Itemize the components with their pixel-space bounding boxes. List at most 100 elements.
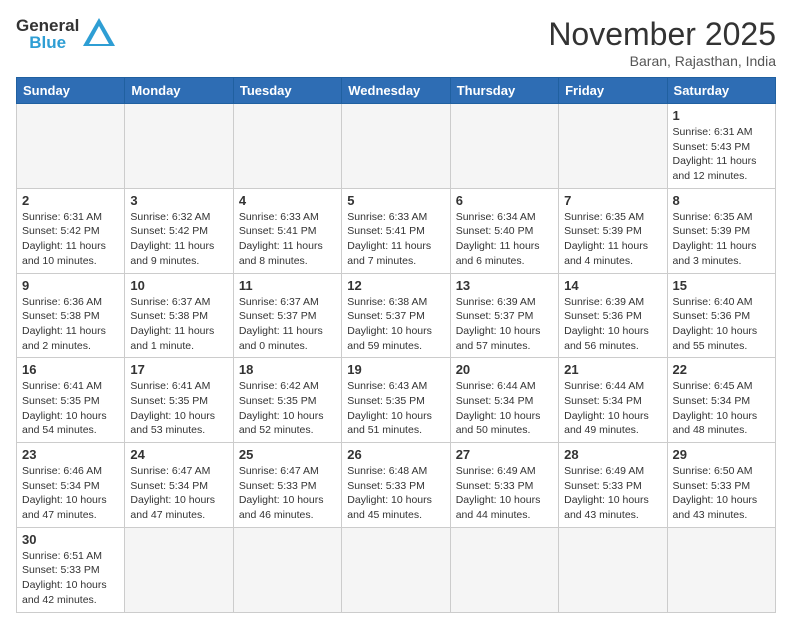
day-cell xyxy=(450,104,558,189)
month-title: November 2025 xyxy=(548,16,776,53)
logo-container: General Blue xyxy=(16,16,117,52)
week-row-1: 1Sunrise: 6:31 AMSunset: 5:43 PMDaylight… xyxy=(17,104,776,189)
day-cell xyxy=(559,527,667,612)
day-info: Sunrise: 6:34 AMSunset: 5:40 PMDaylight:… xyxy=(456,210,553,269)
day-number: 18 xyxy=(239,362,336,377)
day-cell: 25Sunrise: 6:47 AMSunset: 5:33 PMDayligh… xyxy=(233,443,341,528)
day-number: 14 xyxy=(564,278,661,293)
day-number: 3 xyxy=(130,193,227,208)
day-info: Sunrise: 6:48 AMSunset: 5:33 PMDaylight:… xyxy=(347,464,444,523)
day-cell: 14 Sunrise: 6:39 AMSunset: 5:36 PMDayligh… xyxy=(559,273,667,358)
day-info: Sunrise: 6:41 AMSunset: 5:35 PMDaylight:… xyxy=(130,379,227,438)
day-cell: 7 Sunrise: 6:35 AMSunset: 5:39 PMDaylight… xyxy=(559,188,667,273)
day-info: Sunrise: 6:33 AMSunset: 5:41 PMDaylight:… xyxy=(347,210,444,269)
day-number: 22 xyxy=(673,362,770,377)
day-number: 21 xyxy=(564,362,661,377)
day-cell: 24 Sunrise: 6:47 AMSunset: 5:34 PMDayligh… xyxy=(125,443,233,528)
day-info: Sunrise: 6:49 AMSunset: 5:33 PMDaylight:… xyxy=(456,464,553,523)
day-cell xyxy=(233,104,341,189)
day-info: Sunrise: 6:49 AMSunset: 5:33 PMDaylight:… xyxy=(564,464,661,523)
day-cell: 12Sunrise: 6:38 AMSunset: 5:37 PMDayligh… xyxy=(342,273,450,358)
day-cell xyxy=(342,104,450,189)
day-cell: 19Sunrise: 6:43 AMSunset: 5:35 PMDayligh… xyxy=(342,358,450,443)
day-cell xyxy=(17,104,125,189)
day-cell: 9 Sunrise: 6:36 AMSunset: 5:38 PMDaylight… xyxy=(17,273,125,358)
day-number: 5 xyxy=(347,193,444,208)
title-area: November 2025 Baran, Rajasthan, India xyxy=(548,16,776,69)
day-cell: 30Sunrise: 6:51 AMSunset: 5:33 PMDayligh… xyxy=(17,527,125,612)
day-number: 20 xyxy=(456,362,553,377)
day-cell: 8 Sunrise: 6:35 AMSunset: 5:39 PMDaylight… xyxy=(667,188,775,273)
day-number: 2 xyxy=(22,193,119,208)
logo-general-text: General xyxy=(16,17,79,34)
day-info: Sunrise: 6:39 AMSunset: 5:36 PMDaylight:… xyxy=(564,295,661,354)
calendar-table: SundayMondayTuesdayWednesdayThursdayFrid… xyxy=(16,77,776,613)
day-info: Sunrise: 6:44 AMSunset: 5:34 PMDaylight:… xyxy=(456,379,553,438)
day-cell: 27 Sunrise: 6:49 AMSunset: 5:33 PMDayligh… xyxy=(450,443,558,528)
day-cell xyxy=(125,104,233,189)
weekday-sunday: Sunday xyxy=(17,78,125,104)
day-cell: 17Sunrise: 6:41 AMSunset: 5:35 PMDayligh… xyxy=(125,358,233,443)
day-number: 16 xyxy=(22,362,119,377)
day-cell: 10Sunrise: 6:37 AMSunset: 5:38 PMDayligh… xyxy=(125,273,233,358)
week-row-2: 2 Sunrise: 6:31 AMSunset: 5:42 PMDaylight… xyxy=(17,188,776,273)
day-cell: 5 Sunrise: 6:33 AMSunset: 5:41 PMDaylight… xyxy=(342,188,450,273)
day-info: Sunrise: 6:50 AMSunset: 5:33 PMDaylight:… xyxy=(673,464,770,523)
week-row-6: 30Sunrise: 6:51 AMSunset: 5:33 PMDayligh… xyxy=(17,527,776,612)
day-cell: 22Sunrise: 6:45 AMSunset: 5:34 PMDayligh… xyxy=(667,358,775,443)
week-row-3: 9 Sunrise: 6:36 AMSunset: 5:38 PMDaylight… xyxy=(17,273,776,358)
day-cell xyxy=(125,527,233,612)
day-number: 26 xyxy=(347,447,444,462)
day-number: 8 xyxy=(673,193,770,208)
day-info: Sunrise: 6:42 AMSunset: 5:35 PMDaylight:… xyxy=(239,379,336,438)
day-info: Sunrise: 6:47 AMSunset: 5:34 PMDaylight:… xyxy=(130,464,227,523)
day-info: Sunrise: 6:35 AMSunset: 5:39 PMDaylight:… xyxy=(673,210,770,269)
day-info: Sunrise: 6:33 AMSunset: 5:41 PMDaylight:… xyxy=(239,210,336,269)
day-cell: 20 Sunrise: 6:44 AMSunset: 5:34 PMDayligh… xyxy=(450,358,558,443)
day-info: Sunrise: 6:37 AMSunset: 5:38 PMDaylight:… xyxy=(130,295,227,354)
day-number: 12 xyxy=(347,278,444,293)
day-number: 19 xyxy=(347,362,444,377)
day-cell: 15 Sunrise: 6:40 AMSunset: 5:36 PMDayligh… xyxy=(667,273,775,358)
day-number: 13 xyxy=(456,278,553,293)
logo-blue-text: Blue xyxy=(29,34,66,51)
weekday-tuesday: Tuesday xyxy=(233,78,341,104)
page-header: General Blue November 2025 Baran, Rajast… xyxy=(16,16,776,69)
day-number: 24 xyxy=(130,447,227,462)
day-info: Sunrise: 6:35 AMSunset: 5:39 PMDaylight:… xyxy=(564,210,661,269)
day-cell: 2 Sunrise: 6:31 AMSunset: 5:42 PMDaylight… xyxy=(17,188,125,273)
day-cell: 21 Sunrise: 6:44 AMSunset: 5:34 PMDayligh… xyxy=(559,358,667,443)
day-number: 7 xyxy=(564,193,661,208)
weekday-thursday: Thursday xyxy=(450,78,558,104)
day-cell: 13 Sunrise: 6:39 AMSunset: 5:37 PMDayligh… xyxy=(450,273,558,358)
day-info: Sunrise: 6:46 AMSunset: 5:34 PMDaylight:… xyxy=(22,464,119,523)
day-info: Sunrise: 6:41 AMSunset: 5:35 PMDaylight:… xyxy=(22,379,119,438)
logo: General Blue xyxy=(16,16,117,52)
day-number: 29 xyxy=(673,447,770,462)
weekday-saturday: Saturday xyxy=(667,78,775,104)
day-number: 1 xyxy=(673,108,770,123)
day-number: 27 xyxy=(456,447,553,462)
day-info: Sunrise: 6:44 AMSunset: 5:34 PMDaylight:… xyxy=(564,379,661,438)
week-row-5: 23Sunrise: 6:46 AMSunset: 5:34 PMDayligh… xyxy=(17,443,776,528)
day-cell: 4 Sunrise: 6:33 AMSunset: 5:41 PMDaylight… xyxy=(233,188,341,273)
day-cell xyxy=(667,527,775,612)
day-number: 9 xyxy=(22,278,119,293)
weekday-header-row: SundayMondayTuesdayWednesdayThursdayFrid… xyxy=(17,78,776,104)
logo-triangle-icon xyxy=(81,16,117,52)
day-info: Sunrise: 6:39 AMSunset: 5:37 PMDaylight:… xyxy=(456,295,553,354)
day-cell xyxy=(450,527,558,612)
day-info: Sunrise: 6:40 AMSunset: 5:36 PMDaylight:… xyxy=(673,295,770,354)
day-info: Sunrise: 6:36 AMSunset: 5:38 PMDaylight:… xyxy=(22,295,119,354)
day-number: 4 xyxy=(239,193,336,208)
day-info: Sunrise: 6:31 AMSunset: 5:42 PMDaylight:… xyxy=(22,210,119,269)
weekday-friday: Friday xyxy=(559,78,667,104)
location-subtitle: Baran, Rajasthan, India xyxy=(548,53,776,69)
day-cell: 28Sunrise: 6:49 AMSunset: 5:33 PMDayligh… xyxy=(559,443,667,528)
day-cell: 6Sunrise: 6:34 AMSunset: 5:40 PMDaylight… xyxy=(450,188,558,273)
day-number: 15 xyxy=(673,278,770,293)
day-cell: 1Sunrise: 6:31 AMSunset: 5:43 PMDaylight… xyxy=(667,104,775,189)
day-cell: 16 Sunrise: 6:41 AMSunset: 5:35 PMDayligh… xyxy=(17,358,125,443)
day-cell: 3Sunrise: 6:32 AMSunset: 5:42 PMDaylight… xyxy=(125,188,233,273)
day-info: Sunrise: 6:37 AMSunset: 5:37 PMDaylight:… xyxy=(239,295,336,354)
